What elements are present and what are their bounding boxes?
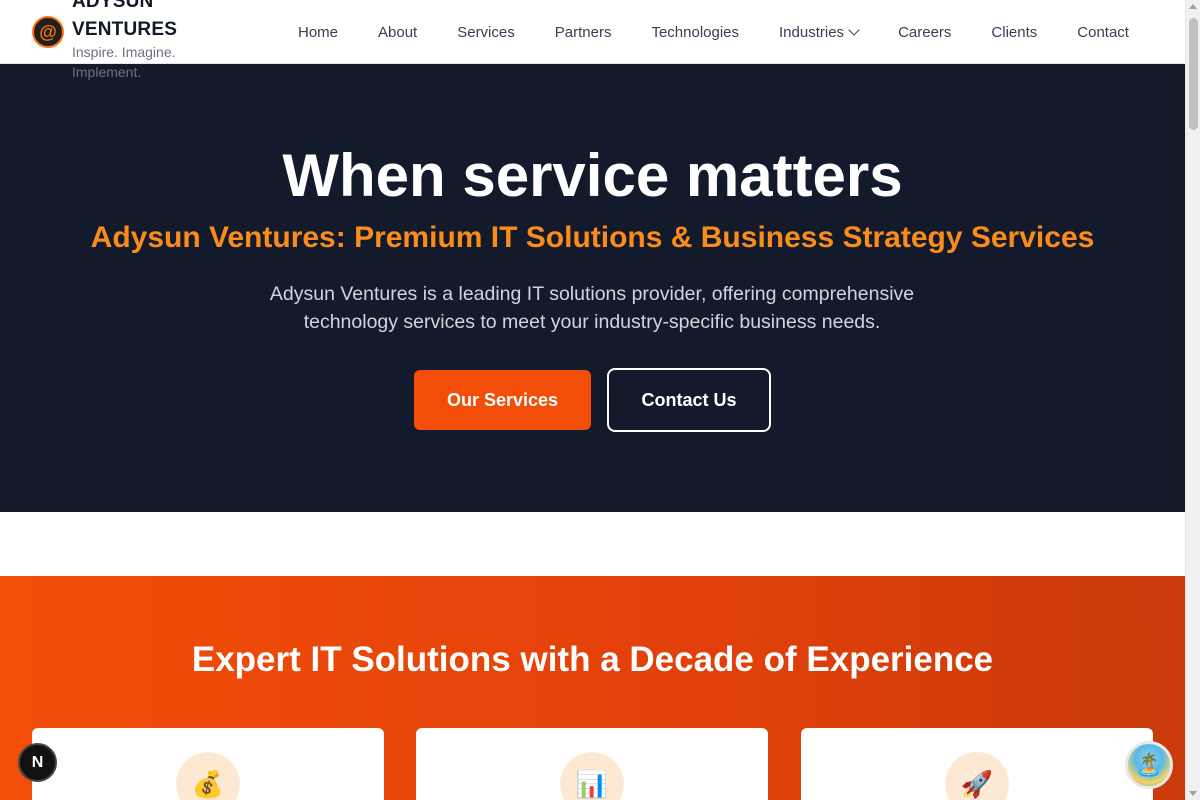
expert-title: Expert IT Solutions with a Decade of Exp… — [191, 640, 994, 679]
brand-name: ADYSUN VENTURES — [72, 0, 178, 40]
nav-services[interactable]: Services — [457, 24, 515, 41]
nav-home[interactable]: Home — [298, 24, 338, 41]
main-nav: Home About Services Partners Technologie… — [298, 0, 1129, 64]
nav-industries-label: Industries — [779, 23, 845, 41]
brand[interactable]: ADYSUN VENTURES Inspire. Imagine. Implem… — [72, 0, 202, 82]
bar-chart-icon: 📊 — [560, 752, 624, 800]
brand-logo-icon[interactable]: @ — [32, 16, 64, 48]
nav-technologies[interactable]: Technologies — [651, 24, 739, 41]
hero-title: When service matters — [282, 142, 903, 209]
nav-partners[interactable]: Partners — [555, 24, 612, 41]
island-widget-icon[interactable]: 🏝️ — [1125, 741, 1173, 789]
nextjs-dev-badge-icon[interactable]: N — [18, 743, 57, 782]
scroll-down-arrow-icon[interactable] — [1189, 791, 1197, 796]
nav-careers[interactable]: Careers — [898, 24, 951, 41]
scroll-up-arrow-icon[interactable] — [1189, 4, 1197, 9]
nav-industries[interactable]: Industries — [779, 23, 860, 41]
contact-us-button[interactable]: Contact Us — [607, 368, 771, 432]
hero-description: Adysun Ventures is a leading IT solution… — [269, 283, 915, 333]
nav-contact[interactable]: Contact — [1077, 24, 1129, 41]
expert-section: Expert IT Solutions with a Decade of Exp… — [0, 576, 1185, 800]
page-scrollbar[interactable] — [1185, 0, 1200, 800]
brand-tagline: Inspire. Imagine. Implement. — [72, 44, 176, 80]
nav-clients[interactable]: Clients — [991, 24, 1037, 41]
hero-section: When service matters Adysun Ventures: Pr… — [0, 64, 1185, 512]
chevron-down-icon — [848, 24, 860, 36]
hero-subtitle: Adysun Ventures: Premium IT Solutions & … — [90, 221, 1095, 254]
site-header: @ ADYSUN VENTURES Inspire. Imagine. Impl… — [0, 0, 1185, 80]
feature-card[interactable]: 🚀 — [801, 728, 1153, 800]
feature-card[interactable]: 📊 — [416, 728, 768, 800]
nav-about[interactable]: About — [378, 24, 417, 41]
money-bag-icon: 💰 — [176, 752, 240, 800]
rocket-icon: 🚀 — [945, 752, 1009, 800]
our-services-button[interactable]: Our Services — [414, 370, 591, 430]
scroll-thumb[interactable] — [1189, 18, 1198, 130]
feature-card[interactable]: 💰 — [32, 728, 384, 800]
